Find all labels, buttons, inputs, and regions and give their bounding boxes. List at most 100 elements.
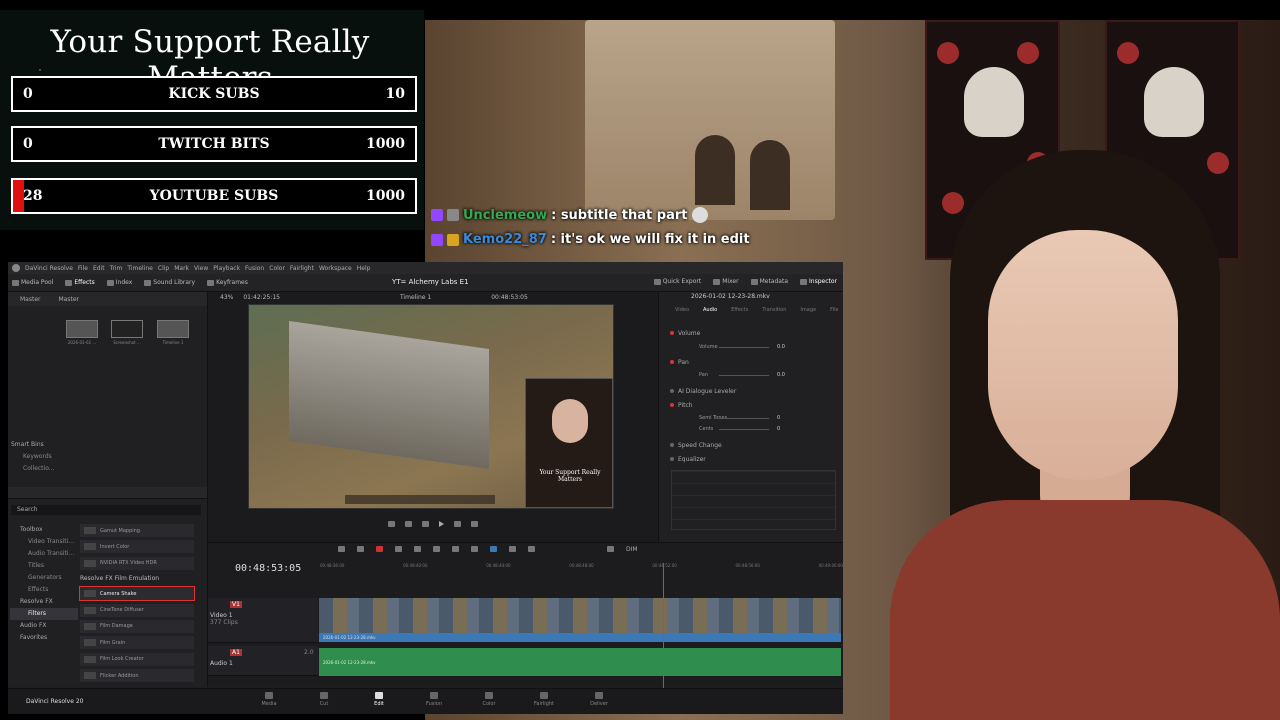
page-fairlight[interactable]: Fairlight xyxy=(533,692,555,707)
semitones-slider[interactable] xyxy=(719,417,769,419)
menu-mark[interactable]: Mark xyxy=(174,265,189,272)
tree-effects[interactable]: Effects xyxy=(10,584,78,596)
menu-file[interactable]: File xyxy=(78,265,88,272)
metadata-button[interactable]: Metadata xyxy=(750,278,788,285)
tree-titles[interactable]: Titles xyxy=(10,560,78,572)
media-clip[interactable]: Timeline 1 xyxy=(157,320,189,348)
tree-toolbox[interactable]: Toolbox xyxy=(10,524,78,536)
menu-playback[interactable]: Playback xyxy=(213,265,240,272)
equalizer-section[interactable]: Equalizer xyxy=(659,454,843,464)
effect-item[interactable]: Gamut Mapping xyxy=(80,524,194,537)
tree-favorites[interactable]: Favorites xyxy=(10,632,78,644)
menu-fairlight[interactable]: Fairlight xyxy=(290,265,314,272)
effect-item[interactable]: Film Look Creator xyxy=(80,652,194,666)
effect-item[interactable]: NVIDIA RTX Video HDR xyxy=(80,556,194,570)
menu-view[interactable]: View xyxy=(194,265,208,272)
media-clip[interactable]: Screenshot ... xyxy=(111,320,143,348)
enable-toggle-icon[interactable] xyxy=(670,389,674,393)
pan-value[interactable]: 0.0 xyxy=(777,372,785,378)
menu-clip[interactable]: Clip xyxy=(158,265,169,272)
tab-transition[interactable]: Transition xyxy=(762,307,786,313)
zoom-icon[interactable] xyxy=(528,546,535,552)
timeline-ruler[interactable]: 00:48:36:00 00:48:40:00 00:48:44:00 00:48:… xyxy=(320,563,843,573)
lock-icon[interactable] xyxy=(471,546,478,552)
playhead[interactable] xyxy=(663,563,664,688)
tree-filters[interactable]: Filters xyxy=(10,608,78,620)
menu-help[interactable]: Help xyxy=(357,265,371,272)
semitones-value[interactable]: 0 xyxy=(777,415,780,421)
stop-icon[interactable] xyxy=(422,521,429,527)
dialogue-leveler-section[interactable]: AI Dialogue Leveler xyxy=(659,386,843,396)
smart-bin-collections[interactable]: Collectio... xyxy=(11,463,55,475)
bin-master[interactable]: Master xyxy=(20,296,41,303)
video-track-header[interactable]: V1 Video 1 377 Clips xyxy=(208,598,318,643)
effect-item[interactable]: Flicker Addition xyxy=(80,669,194,683)
quick-export-button[interactable]: Quick Export xyxy=(653,278,701,285)
tree-resolve-fx[interactable]: Resolve FX xyxy=(10,596,78,608)
mixer-button[interactable]: Mixer xyxy=(713,278,739,285)
menu-edit[interactable]: Edit xyxy=(93,265,105,272)
video-track-clips[interactable] xyxy=(319,598,841,636)
page-color[interactable]: Color xyxy=(478,692,500,707)
blade-tool-icon[interactable] xyxy=(376,546,383,552)
skip-back-icon[interactable] xyxy=(388,521,395,527)
skip-forward-icon[interactable] xyxy=(454,521,461,527)
bin-master-folder[interactable]: Master xyxy=(59,296,80,303)
audio-volume-icon[interactable] xyxy=(607,546,614,552)
snapping-icon[interactable] xyxy=(433,546,440,552)
enable-toggle-icon[interactable] xyxy=(670,443,674,447)
cents-slider[interactable] xyxy=(719,428,769,430)
audio-clip-label[interactable]: 2026-01-02 12-23-28.mkv xyxy=(319,660,841,668)
enable-toggle-icon[interactable] xyxy=(670,403,674,407)
tree-audio-transitions[interactable]: Audio Transiti... xyxy=(10,548,78,560)
audio-dim-button[interactable]: DIM xyxy=(626,546,638,553)
tab-video[interactable]: Video xyxy=(675,307,689,313)
effect-item[interactable]: CineTone Diffuser xyxy=(80,603,194,617)
enable-toggle-icon[interactable] xyxy=(670,457,674,461)
volume-slider[interactable] xyxy=(719,346,769,348)
enable-toggle-icon[interactable] xyxy=(670,331,674,335)
volume-value[interactable]: 0.0 xyxy=(777,344,785,350)
media-pool-button[interactable]: Media Pool xyxy=(12,279,53,286)
overwrite-clip-icon[interactable] xyxy=(414,546,421,552)
pan-section[interactable]: Pan xyxy=(659,357,843,367)
effect-item-selected[interactable]: Camera Shake xyxy=(79,586,195,602)
cents-value[interactable]: 0 xyxy=(777,426,780,432)
viewer-timeline-name[interactable]: Timeline 1 xyxy=(400,294,431,301)
enable-toggle-icon[interactable] xyxy=(670,360,674,364)
reverse-icon[interactable] xyxy=(405,521,412,527)
page-fusion[interactable]: Fusion xyxy=(423,692,445,707)
tab-file[interactable]: File xyxy=(830,307,838,313)
inspector-button[interactable]: Inspector xyxy=(800,278,837,285)
equalizer-graph[interactable] xyxy=(671,470,836,530)
play-icon[interactable] xyxy=(439,521,444,527)
tab-image[interactable]: Image xyxy=(800,307,816,313)
sound-library-button[interactable]: Sound Library xyxy=(144,279,195,286)
speed-change-section[interactable]: Speed Change xyxy=(659,440,843,450)
media-clip[interactable]: 2026-01-02 ... xyxy=(66,320,98,348)
pitch-section[interactable]: Pitch xyxy=(659,400,843,410)
trim-tool-icon[interactable] xyxy=(357,546,364,552)
pan-slider[interactable] xyxy=(719,374,769,376)
page-deliver[interactable]: Deliver xyxy=(588,692,610,707)
effects-search-input[interactable]: Search xyxy=(11,505,201,515)
menu-fusion[interactable]: Fusion xyxy=(245,265,264,272)
menu-timeline[interactable]: Timeline xyxy=(127,265,153,272)
tab-audio[interactable]: Audio xyxy=(703,307,717,313)
index-button[interactable]: Index xyxy=(106,279,132,286)
flag-icon[interactable] xyxy=(490,546,497,552)
effect-item[interactable]: Film Damage xyxy=(80,619,194,633)
volume-section[interactable]: Volume xyxy=(659,328,843,338)
page-media[interactable]: Media xyxy=(258,692,280,707)
tree-audio-fx[interactable]: Audio FX xyxy=(10,620,78,632)
menu-trim[interactable]: Trim xyxy=(110,265,123,272)
viewer-zoom[interactable]: 43% xyxy=(220,294,233,301)
effect-item[interactable]: Film Grain xyxy=(80,636,194,650)
effects-button[interactable]: Effects xyxy=(65,279,95,286)
menu-workspace[interactable]: Workspace xyxy=(319,265,352,272)
linked-selection-icon[interactable] xyxy=(452,546,459,552)
tree-video-transitions[interactable]: Video Transiti... xyxy=(10,536,78,548)
loop-icon[interactable] xyxy=(471,521,478,527)
tree-generators[interactable]: Generators xyxy=(10,572,78,584)
effect-item[interactable]: Invert Color xyxy=(80,540,194,554)
